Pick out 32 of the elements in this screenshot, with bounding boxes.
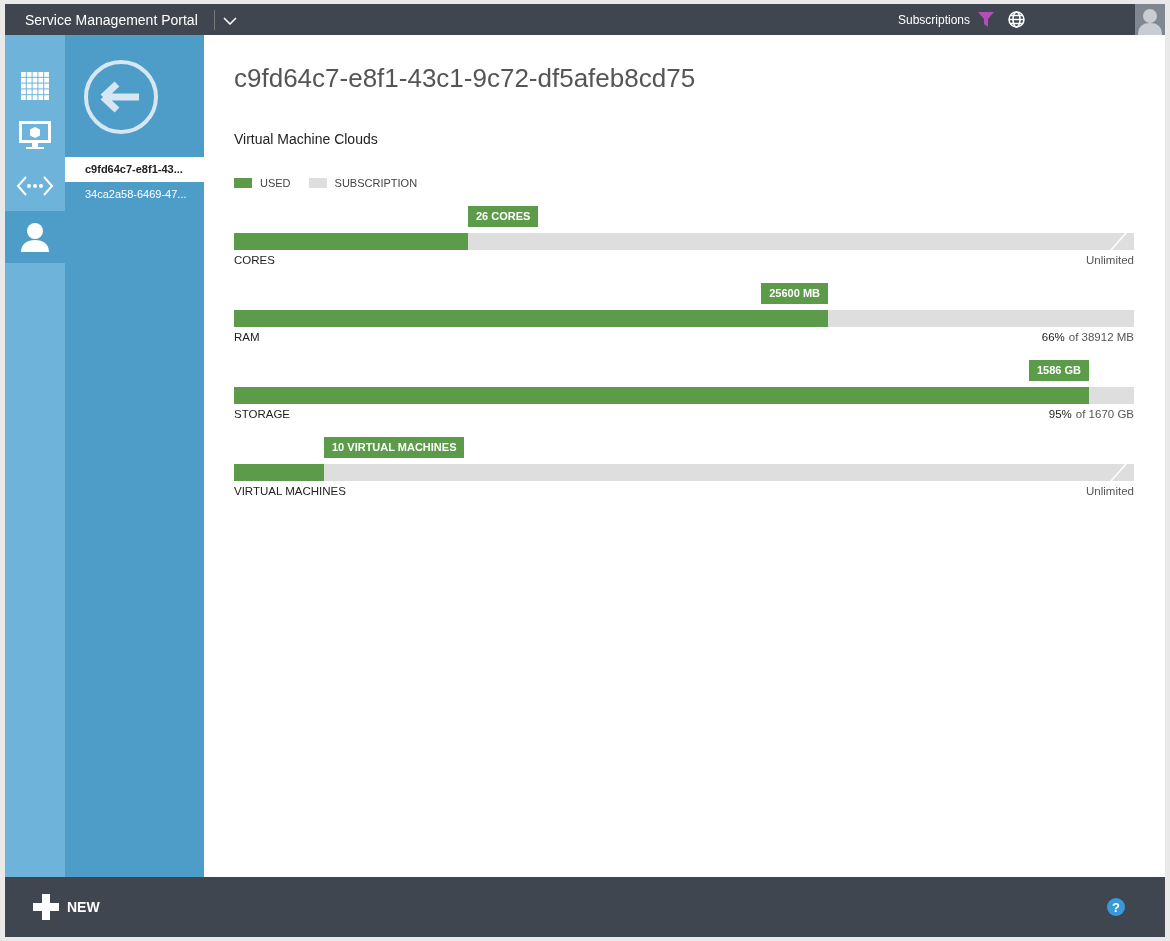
section-title: Virtual Machine Clouds	[234, 131, 379, 147]
meter-label: STORAGE	[234, 408, 291, 420]
meter-reading: of 38912 MB	[1068, 331, 1134, 343]
value-tag: 25600 MB	[761, 283, 828, 304]
avatar-icon[interactable]	[1135, 4, 1165, 35]
grid-icon	[21, 72, 49, 100]
nav-item[interactable]: c9fd64c7-e8f1-43...	[65, 157, 204, 182]
portal-title: Service Management Portal	[24, 11, 198, 28]
plus-icon	[33, 894, 59, 920]
page-title: c9fd64c7-e8f1-43c1-9c72-df5afeb8cd75	[234, 63, 697, 94]
subscriptions-link[interactable]: Subscriptions	[897, 12, 970, 27]
legend-label: USED	[260, 177, 291, 189]
meter-label: VIRTUAL MACHINES	[234, 485, 346, 497]
globe-icon[interactable]	[1008, 11, 1025, 28]
chevron-down-icon[interactable]	[222, 16, 237, 25]
value-tag: 1586 GB	[1028, 360, 1089, 381]
meter-label: RAM	[234, 331, 260, 343]
percent-text: 95%	[1048, 408, 1072, 420]
filter-icon[interactable]	[978, 12, 994, 27]
value-tag: 10 VIRTUAL MACHINES	[324, 437, 465, 458]
person-icon	[20, 222, 50, 252]
meter-reading: Unlimited	[1086, 254, 1134, 266]
percent-text: 66%	[1041, 331, 1065, 343]
meter-label: CORES	[234, 254, 275, 266]
monitor-icon	[19, 121, 51, 151]
rail-item[interactable]	[5, 211, 65, 263]
new-button[interactable]: NEW	[33, 894, 100, 920]
value-tag: 26 CORES	[468, 206, 539, 227]
legend-label: SUBSCRIPTION	[334, 177, 418, 189]
meter-reading: of 1670 GB	[1075, 408, 1134, 420]
meter-reading: Unlimited	[1086, 485, 1134, 497]
code-icon	[16, 175, 54, 197]
